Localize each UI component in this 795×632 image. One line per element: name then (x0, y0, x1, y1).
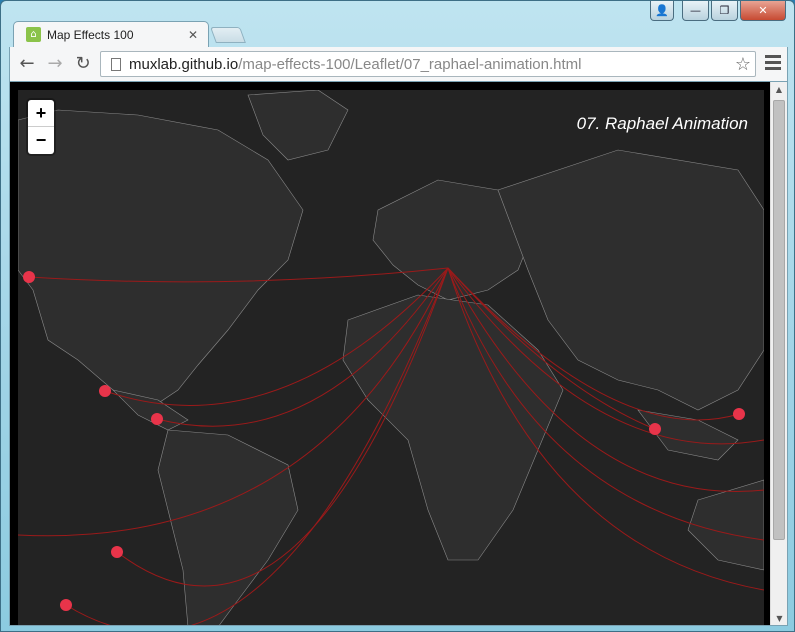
vertical-scrollbar[interactable]: ▲ ▼ (770, 82, 787, 625)
page-icon (111, 57, 121, 71)
minimize-button[interactable]: — (682, 1, 709, 21)
north-america (18, 109, 304, 411)
south-america (157, 429, 299, 625)
zoom-control: + − (28, 100, 54, 154)
marker-pacific (111, 546, 123, 558)
marker-panama (151, 413, 163, 425)
address-bar[interactable]: muxlab.github.io/map-effects-100/Leaflet… (100, 51, 756, 77)
marker-seattle (23, 271, 35, 283)
zoom-out-button[interactable]: − (28, 127, 54, 154)
browser-window: 👤 — ❐ ✕ ⌂ Map Effects 100 ✕ ← → ↻ muxlab… (0, 0, 795, 632)
map-canvas[interactable]: + − 07. Raphael Animation (18, 90, 764, 625)
forward-button[interactable]: → (44, 53, 66, 75)
zoom-in-button[interactable]: + (28, 100, 54, 127)
marker-philippines (733, 408, 745, 420)
page-viewport: + − 07. Raphael Animation ▲ ▼ (9, 81, 788, 626)
user-icon[interactable]: 👤 (650, 1, 674, 21)
tab-title: Map Effects 100 (47, 27, 134, 42)
land-masses (18, 90, 764, 625)
menu-icon[interactable] (765, 55, 781, 73)
url-path: /map-effects-100/Leaflet/07_raphael-anim… (238, 55, 582, 73)
url-host: muxlab.github.io (129, 55, 239, 73)
scroll-up-icon[interactable]: ▲ (771, 82, 787, 98)
window-controls: 👤 — ❐ ✕ (650, 1, 786, 21)
map-title: 07. Raphael Animation (576, 114, 748, 133)
marker-indonesia (649, 423, 661, 435)
world-map (18, 90, 764, 625)
close-button[interactable]: ✕ (740, 1, 786, 21)
bookmark-star-icon[interactable]: ☆ (735, 54, 751, 75)
tab-map-effects[interactable]: ⌂ Map Effects 100 ✕ (13, 21, 209, 47)
reload-button[interactable]: ↻ (72, 53, 94, 75)
scroll-down-icon[interactable]: ▼ (771, 611, 787, 625)
marker-south-pacific (60, 599, 72, 611)
tab-close-icon[interactable]: ✕ (188, 28, 198, 42)
browser-toolbar: ← → ↻ muxlab.github.io/map-effects-100/L… (9, 47, 788, 81)
scroll-thumb[interactable] (773, 100, 785, 540)
map-favicon-icon: ⌂ (26, 27, 41, 42)
greenland (247, 90, 349, 161)
marker-mexico (99, 385, 111, 397)
maximize-button[interactable]: ❐ (711, 1, 738, 21)
new-tab-button[interactable] (210, 27, 246, 43)
back-button[interactable]: ← (16, 53, 38, 75)
url-text[interactable]: muxlab.github.io/map-effects-100/Leaflet… (129, 56, 735, 73)
australia (687, 479, 764, 571)
